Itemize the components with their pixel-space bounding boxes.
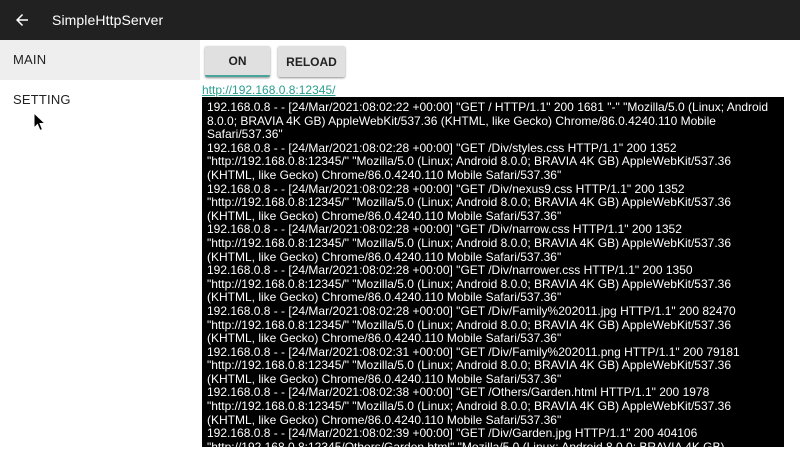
log-line: 192.168.0.8 - - [24/Mar/2021:08:02:28 +0… — [207, 140, 731, 182]
server-url-link[interactable]: http://192.168.0.8:12345/ — [202, 83, 335, 97]
reload-button[interactable]: RELOAD — [278, 46, 345, 77]
mouse-pointer-icon — [33, 112, 47, 132]
sidebar-item-main[interactable]: MAIN — [0, 40, 200, 80]
app-bar: SimpleHttpServer — [0, 0, 800, 40]
log-line: 192.168.0.8 - - [24/Mar/2021:08:02:22 +0… — [207, 100, 769, 142]
log-line: 192.168.0.8 - - [24/Mar/2021:08:02:28 +0… — [207, 181, 731, 223]
sidebar: MAIN SETTING — [0, 40, 200, 450]
log-line: 192.168.0.8 - - [24/Mar/2021:08:02:31 +0… — [207, 344, 740, 386]
log-line: 192.168.0.8 - - [24/Mar/2021:08:02:28 +0… — [207, 222, 731, 264]
on-button[interactable]: ON — [205, 46, 270, 77]
app-title: SimpleHttpServer — [52, 12, 164, 28]
log-line: 192.168.0.8 - - [24/Mar/2021:08:02:28 +0… — [207, 263, 731, 305]
log-line: 192.168.0.8 - - [24/Mar/2021:08:02:38 +0… — [207, 385, 731, 427]
log-line: 192.168.0.8 - - [24/Mar/2021:08:02:28 +0… — [207, 303, 736, 346]
log-line: 192.168.0.8 - - [24/Mar/2021:08:02:39 +0… — [207, 426, 725, 447]
sidebar-item-setting[interactable]: SETTING — [0, 80, 200, 120]
arrow-left-icon — [16, 14, 28, 26]
back-button[interactable] — [2, 0, 42, 40]
access-log[interactable]: 192.168.0.8 - - [24/Mar/2021:08:02:22 +0… — [202, 97, 784, 447]
